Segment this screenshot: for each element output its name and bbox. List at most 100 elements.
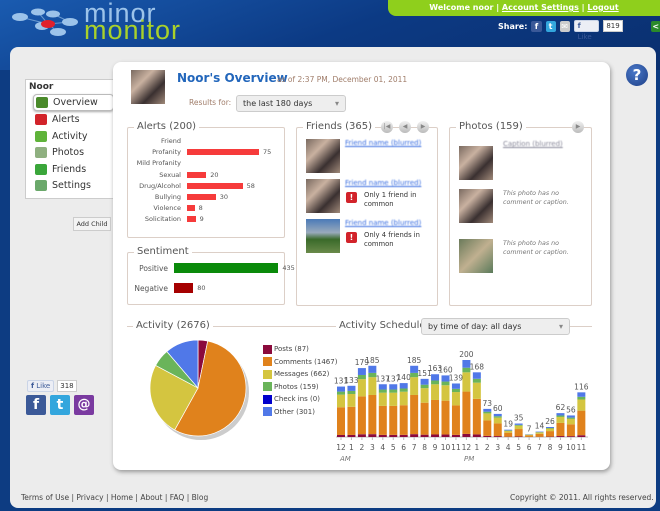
schedule-bar [483, 408, 492, 437]
sidebar-item-settings[interactable]: Settings [26, 178, 114, 195]
next-page-button[interactable]: ▶ [417, 121, 429, 133]
previous-page-button[interactable]: ◀ [399, 121, 411, 133]
sidebar: Noor Overview Alerts Activity Photos Friends… [25, 79, 115, 199]
alert-value: 75 [263, 148, 272, 157]
friend-name-link[interactable]: Friend name (blurred) [345, 139, 421, 147]
sidebar-item-photos[interactable]: Photos [26, 145, 114, 162]
sentiment-bar [174, 283, 194, 293]
am-label: AM [340, 455, 351, 463]
sidebar-item-alerts[interactable]: Alerts [26, 112, 114, 129]
first-page-button[interactable]: |◀ [381, 121, 393, 133]
bar-value-label: 19 [503, 420, 513, 429]
add-child-button[interactable]: Add Child [73, 217, 111, 231]
footer-link-about[interactable]: About [140, 493, 162, 502]
alert-label: Violence [153, 204, 181, 213]
hour-tick-label: 8 [548, 443, 553, 452]
facebook-share-icon[interactable]: f [531, 20, 542, 32]
legend-item: Comments (1467) [263, 356, 337, 369]
hour-tick-label: 10 [441, 443, 451, 452]
hour-tick-label: 11 [577, 443, 587, 452]
schedule-bar [525, 434, 534, 437]
hour-tick-label: 3 [495, 443, 500, 452]
activity-schedule-chart: 1311213311792185313741375140618571518163… [334, 350, 589, 452]
bar-value-label: 185 [365, 356, 380, 365]
friend-warning-text: Only 4 friends in common [364, 231, 420, 248]
photo-thumbnail[interactable] [459, 189, 493, 223]
bar-value-label: 185 [407, 356, 422, 365]
logo-text-monitor: monitor [84, 15, 182, 45]
sentiment-title: Sentiment [134, 246, 192, 257]
hour-tick-label: 1 [349, 443, 354, 452]
hour-tick-label: 12 [336, 443, 346, 452]
friend-avatar[interactable] [306, 139, 340, 173]
next-page-button[interactable]: ▶ [572, 121, 584, 133]
bar-value-label: 7 [527, 424, 532, 433]
logout-link[interactable]: Logout [587, 3, 618, 12]
hour-tick-label: 12 [462, 443, 472, 452]
alert-bar [187, 149, 259, 156]
photo-thumbnail[interactable] [459, 239, 493, 273]
footer-link-home[interactable]: Home [111, 493, 133, 502]
schedule-filter-select[interactable]: by time of day: all days [421, 318, 570, 335]
sentiment-bar [174, 263, 279, 273]
legend-swatch [263, 369, 272, 379]
schedule-title: Activity Schedule [336, 320, 429, 331]
twitter-icon[interactable]: t [50, 395, 70, 415]
legend-item: Photos (159) [263, 381, 337, 394]
alert-label: Mild Profanity [136, 159, 181, 168]
results-for-select[interactable]: the last 180 days [236, 95, 346, 112]
twitter-share-icon[interactable]: t [545, 20, 556, 32]
share-label: Share: [498, 21, 528, 31]
facebook-like-button[interactable]: f Like [27, 380, 55, 392]
sidebar-item-friends[interactable]: Friends [26, 161, 114, 178]
legend-swatch [263, 394, 272, 404]
activity-icon [35, 130, 47, 142]
hour-tick-label: 6 [527, 443, 532, 452]
sidebar-item-overview[interactable]: Overview [33, 94, 114, 111]
friend-name-link[interactable]: Friend name (blurred) [345, 179, 421, 187]
pm-label: PM [464, 455, 475, 463]
email-share-icon[interactable]: ✉ [559, 20, 570, 32]
facebook-like-button[interactable]: f Like [573, 20, 600, 41]
sentiment-label: Positive [139, 264, 168, 273]
legend-item: Check ins (0) [263, 393, 337, 406]
alert-value: 30 [219, 193, 229, 201]
photo-caption: This photo has no comment or caption. [503, 240, 569, 256]
alert-bar [187, 216, 196, 223]
alert-label: Solicitation [144, 215, 181, 224]
welcome-bar: Welcome noor | Account Settings | Logout [388, 0, 660, 16]
sidebar-item-activity[interactable]: Activity [26, 128, 114, 145]
activity-pie-chart [149, 339, 249, 440]
footer-link-terms-of-use[interactable]: Terms of Use [21, 493, 69, 502]
sidebar-item-label: Photos [52, 147, 85, 159]
help-icon[interactable]: ? [626, 64, 648, 86]
share-icon[interactable]: < [650, 20, 660, 32]
bar-value-label: 139 [449, 373, 464, 382]
legend-item: Posts (87) [263, 343, 337, 356]
bar-value-label: 73 [483, 399, 493, 408]
hour-tick-label: 1 [474, 443, 479, 452]
legend-label: Messages (662) [274, 370, 330, 379]
friend-name-link[interactable]: Friend name (blurred) [345, 219, 421, 227]
facebook-icon[interactable]: f [26, 395, 46, 415]
account-settings-link[interactable]: Account Settings [502, 3, 579, 12]
activity-title: Activity (2676) [133, 320, 213, 331]
footer-link-blog[interactable]: Blog [192, 493, 209, 502]
footer-link-faq[interactable]: FAQ [170, 493, 185, 502]
hour-tick-label: 9 [433, 443, 438, 452]
footer-link-privacy[interactable]: Privacy [76, 493, 103, 502]
friend-avatar[interactable] [306, 179, 340, 213]
friend-warning-text: Only 1 friend in common [364, 191, 417, 208]
as-of-timestamp: as of 2:37 PM, December 01, 2011 [277, 75, 408, 84]
bar-value-label: 200 [459, 350, 474, 359]
schedule-bar [431, 374, 440, 437]
schedule-bar [546, 426, 554, 437]
legend-item: Other (301) [263, 406, 337, 419]
alert-label: Drug/Alcohol [139, 181, 181, 190]
warning-icon: ! [346, 232, 357, 243]
photo-thumbnail[interactable] [459, 146, 493, 180]
friend-avatar[interactable] [306, 219, 340, 253]
hour-tick-label: 9 [558, 443, 563, 452]
email-icon[interactable]: @ [74, 395, 94, 415]
page-title: Noor's Overview [177, 71, 288, 85]
